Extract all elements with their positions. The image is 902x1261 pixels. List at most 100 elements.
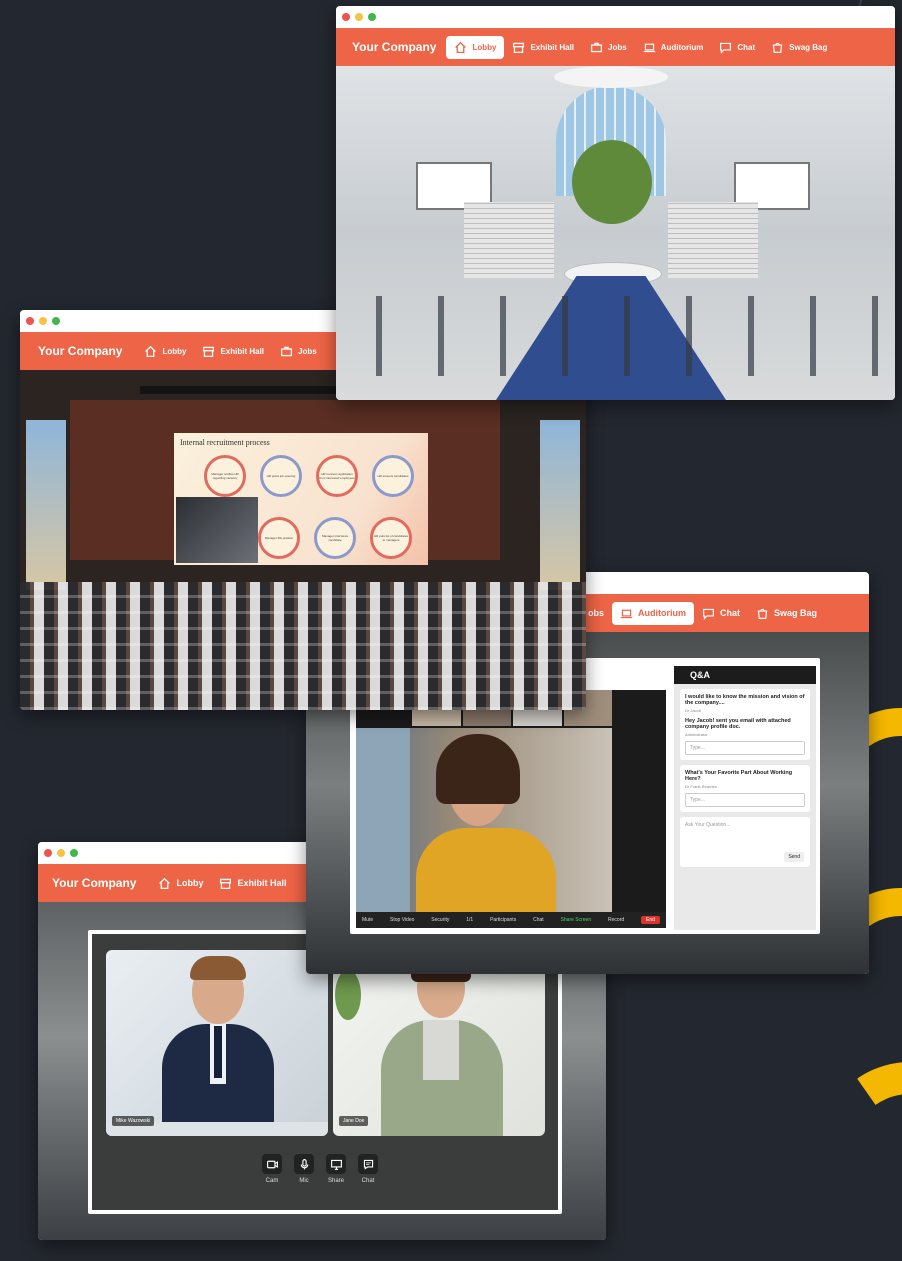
- participant-tile-2[interactable]: Jane Doe: [333, 950, 545, 1136]
- nav-exhibit-hall[interactable]: Exhibit Hall: [504, 36, 582, 59]
- left-stairs: [464, 202, 554, 278]
- cam-control[interactable]: Cam: [262, 1154, 282, 1184]
- participants-button[interactable]: Participants: [490, 917, 516, 923]
- qa-ask-input[interactable]: Ask Your Question...: [685, 822, 805, 828]
- qa-message-1-author: Dr Jacob: [685, 708, 702, 713]
- cam-label: Cam: [265, 1178, 279, 1184]
- slide-step-6: Manager interviews candidate: [314, 517, 356, 559]
- lobby-background: [336, 66, 895, 400]
- maximize-dot[interactable]: [70, 849, 78, 857]
- store-icon: [203, 346, 215, 357]
- nav-chat-label: Chat: [737, 42, 756, 52]
- brand-logo[interactable]: Your Company: [38, 876, 150, 890]
- chat-icon: [703, 608, 714, 620]
- qa-ask-box: Ask Your Question... Send: [680, 817, 810, 867]
- chat-control[interactable]: Chat: [358, 1154, 378, 1184]
- nav-exhibit-hall-label: Exhibit Hall: [220, 346, 265, 356]
- close-dot[interactable]: [342, 13, 350, 21]
- maximize-dot[interactable]: [52, 317, 60, 325]
- nav-jobs[interactable]: Jobs: [272, 340, 325, 363]
- stop-video-button[interactable]: Stop Video: [390, 917, 414, 923]
- presentation-slide[interactable]: Internal recruitment process Manager not…: [174, 433, 428, 565]
- nav-jobs[interactable]: Jobs: [582, 36, 635, 59]
- nav-exhibit-hall[interactable]: Exhibit Hall: [194, 340, 272, 363]
- visitors: [346, 296, 886, 376]
- store-icon: [513, 42, 525, 53]
- nav-exhibit-hall-label: Exhibit Hall: [530, 42, 575, 52]
- call-controls: Cam Mic Share Chat: [262, 1154, 378, 1184]
- qa-message-3-author: Dr Frank Rearden: [685, 784, 718, 789]
- window-controls: [336, 6, 895, 28]
- nav-exhibit-hall[interactable]: Exhibit Hall: [211, 872, 294, 895]
- nav-lobby[interactable]: Lobby: [446, 35, 505, 59]
- nav-jobs-partial[interactable]: obs: [588, 608, 604, 618]
- microphone-icon: [300, 1158, 308, 1169]
- chat-button[interactable]: Chat: [533, 917, 544, 923]
- nav-chat[interactable]: Chat: [711, 36, 763, 59]
- brand-logo[interactable]: Your Company: [20, 344, 136, 358]
- qa-message-2: Hey Jacob! sent you email with attached …: [685, 718, 791, 730]
- mic-control[interactable]: Mic: [294, 1154, 314, 1184]
- participant-1-name: Mike Wazowski: [112, 1116, 155, 1126]
- briefcase-icon: [590, 42, 603, 52]
- chat-bubble-icon: [363, 1159, 373, 1170]
- share-screen-button[interactable]: Share Screen: [561, 917, 592, 923]
- tree: [572, 140, 652, 224]
- qa-send-button[interactable]: Send: [784, 852, 804, 862]
- brand-logo[interactable]: Your Company: [336, 40, 446, 54]
- qa-panel: Q&A I would like to know the mission and…: [674, 666, 816, 930]
- nav-auditorium-label: Auditorium: [660, 42, 704, 52]
- nav-jobs-label: Jobs: [608, 42, 627, 52]
- nav-chat[interactable]: Chat: [694, 602, 748, 625]
- chat-icon: [720, 42, 732, 54]
- nav-auditorium[interactable]: Auditorium: [635, 36, 712, 59]
- home-icon: [159, 877, 171, 889]
- nav-swag-bag[interactable]: Swag Bag: [763, 36, 835, 59]
- qa-header: Q&A: [674, 666, 816, 684]
- nav-lobby-label: Lobby: [162, 346, 187, 356]
- nav-lobby[interactable]: Lobby: [150, 872, 211, 895]
- qa-thread-2: What's Your Favorite Part About Working …: [680, 765, 810, 812]
- qa-reply-input-1[interactable]: Type...: [685, 741, 805, 755]
- video-area: Mute Stop Video Security 1/1 Participant…: [356, 690, 666, 928]
- close-dot[interactable]: [26, 317, 34, 325]
- participant-tile-1[interactable]: Mike Wazowski: [106, 950, 328, 1136]
- nav-swag-bag[interactable]: Swag Bag: [748, 602, 825, 625]
- nav-swag-bag-label: Swag Bag: [774, 608, 818, 618]
- share-control[interactable]: Share: [326, 1154, 346, 1184]
- record-button[interactable]: Record: [608, 917, 624, 923]
- video-camera-icon: [266, 1160, 278, 1168]
- minimize-dot[interactable]: [39, 317, 47, 325]
- security-button[interactable]: Security: [431, 917, 449, 923]
- briefcase-icon: [280, 346, 293, 356]
- participant-2-photo: [373, 952, 503, 1136]
- ceiling-disc: [554, 66, 668, 88]
- mute-button[interactable]: Mute: [362, 917, 373, 923]
- minimize-dot[interactable]: [355, 13, 363, 21]
- home-icon: [145, 345, 157, 357]
- nav-chat-label: Chat: [720, 608, 741, 618]
- minimize-dot[interactable]: [57, 849, 65, 857]
- nav-auditorium-label: Auditorium: [638, 608, 687, 618]
- nav-lobby[interactable]: Lobby: [136, 340, 194, 363]
- left-window: [26, 420, 66, 590]
- maximize-dot[interactable]: [368, 13, 376, 21]
- slide-row-2: Manager fills position Manager interview…: [258, 517, 412, 559]
- nav-auditorium[interactable]: Auditorium: [612, 601, 695, 625]
- home-icon: [455, 41, 467, 53]
- qa-thread-1: I would like to know the mission and vis…: [680, 689, 810, 760]
- share-label: Share: [327, 1178, 344, 1184]
- end-button[interactable]: End: [641, 916, 660, 924]
- meeting-toolbar: Mute Stop Video Security 1/1 Participant…: [356, 912, 666, 928]
- audience-rows: [20, 582, 586, 710]
- lobby-window: Your Company Lobby Exhibit Hall Jobs Aud…: [336, 6, 895, 400]
- qa-message-1: I would like to know the mission and vis…: [685, 694, 805, 706]
- presenter-video[interactable]: [176, 497, 258, 563]
- slide-step-5: HR puts list of candidates to managers: [370, 517, 412, 559]
- qa-reply-input-2[interactable]: Type...: [685, 793, 805, 807]
- close-dot[interactable]: [44, 849, 52, 857]
- qa-message-2-author: Adminstrator: [685, 732, 708, 737]
- slide-row-1: Manager notifies HR regarding vacancy HR…: [204, 455, 414, 497]
- speaker-video[interactable]: [356, 728, 612, 912]
- nav-lobby-label: Lobby: [472, 42, 497, 52]
